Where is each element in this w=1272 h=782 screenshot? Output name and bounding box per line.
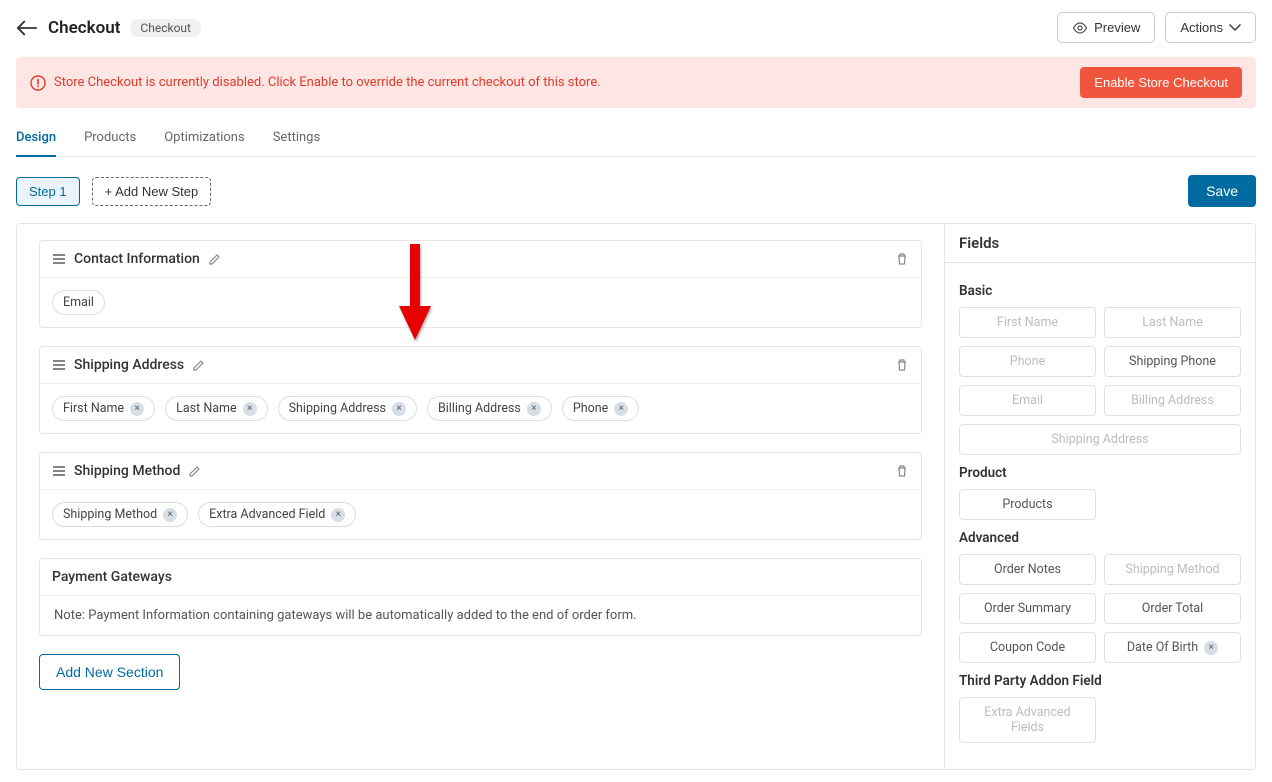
field-shipping-address[interactable]: Shipping Address: [959, 424, 1241, 455]
edit-icon[interactable]: [208, 253, 221, 266]
chip-label: Billing Address: [438, 401, 521, 416]
delete-icon[interactable]: [895, 464, 909, 478]
section-contact-information: Contact Information Email: [39, 240, 922, 328]
chip-label: First Name: [63, 401, 124, 416]
field-label: Date Of Birth: [1127, 640, 1198, 655]
remove-icon[interactable]: ×: [1204, 641, 1218, 655]
chip-label: Extra Advanced Field: [209, 507, 325, 522]
remove-icon[interactable]: ×: [614, 402, 628, 416]
field-date-of-birth[interactable]: Date Of Birth ×: [1104, 632, 1241, 663]
field-coupon-code[interactable]: Coupon Code: [959, 632, 1096, 663]
save-button[interactable]: Save: [1188, 175, 1256, 207]
step-1-button[interactable]: Step 1: [16, 177, 80, 206]
payment-note: Note: Payment Information containing gat…: [40, 596, 921, 635]
preview-button[interactable]: Preview: [1057, 12, 1155, 43]
field-chip-phone[interactable]: Phone ×: [562, 396, 639, 421]
section-shipping-address: Shipping Address First Name ×: [39, 346, 922, 434]
field-chip-email[interactable]: Email: [52, 290, 105, 315]
field-order-summary[interactable]: Order Summary: [959, 593, 1096, 624]
field-products[interactable]: Products: [959, 489, 1096, 520]
preview-label: Preview: [1094, 20, 1140, 35]
field-email[interactable]: Email: [959, 385, 1096, 416]
actions-label: Actions: [1180, 20, 1223, 35]
delete-icon[interactable]: [895, 252, 909, 266]
header-right: Preview Actions: [1057, 12, 1256, 43]
section-title: Contact Information: [74, 251, 200, 267]
field-order-notes[interactable]: Order Notes: [959, 554, 1096, 585]
alert-text: Store Checkout is currently disabled. Cl…: [54, 75, 601, 90]
group-title-product: Product: [959, 465, 1241, 481]
field-chip-shipping-address[interactable]: Shipping Address ×: [278, 396, 417, 421]
chip-label: Shipping Address: [289, 401, 386, 416]
add-new-section-button[interactable]: Add New Section: [39, 654, 180, 690]
group-title-basic: Basic: [959, 283, 1241, 299]
section-payment-gateways: Payment Gateways Note: Payment Informati…: [39, 558, 922, 636]
group-title-advanced: Advanced: [959, 530, 1241, 546]
drag-handle-icon[interactable]: [52, 253, 66, 265]
add-new-step-button[interactable]: + Add New Step: [92, 177, 212, 206]
group-title-third-party: Third Party Addon Field: [959, 673, 1241, 689]
remove-icon[interactable]: ×: [392, 402, 406, 416]
page-header: Checkout Checkout Preview Actions: [16, 12, 1256, 43]
eye-icon: [1072, 21, 1088, 35]
chip-label: Phone: [573, 401, 608, 416]
drag-handle-icon[interactable]: [52, 465, 66, 477]
remove-icon[interactable]: ×: [331, 508, 345, 522]
fields-sidebar: Fields Basic First Name Last Name Phone …: [945, 224, 1255, 769]
drag-handle-icon[interactable]: [52, 359, 66, 371]
field-chip-billing-address[interactable]: Billing Address ×: [427, 396, 552, 421]
section-title: Shipping Method: [74, 463, 180, 479]
field-chip-first-name[interactable]: First Name ×: [52, 396, 155, 421]
delete-icon[interactable]: [895, 358, 909, 372]
tabs: Design Products Optimizations Settings: [16, 122, 1256, 157]
field-first-name[interactable]: First Name: [959, 307, 1096, 338]
field-shipping-phone[interactable]: Shipping Phone: [1104, 346, 1241, 377]
store-disabled-alert: Store Checkout is currently disabled. Cl…: [16, 57, 1256, 108]
edit-icon[interactable]: [192, 359, 205, 372]
section-shipping-method: Shipping Method Shipping Method ×: [39, 452, 922, 540]
tab-optimizations[interactable]: Optimizations: [164, 122, 244, 156]
field-last-name[interactable]: Last Name: [1104, 307, 1241, 338]
remove-icon[interactable]: ×: [163, 508, 177, 522]
field-extra-advanced-fields[interactable]: Extra Advanced Fields: [959, 697, 1096, 743]
field-billing-address[interactable]: Billing Address: [1104, 385, 1241, 416]
section-title: Shipping Address: [74, 357, 184, 373]
remove-icon[interactable]: ×: [243, 402, 257, 416]
steps-row: Step 1 + Add New Step Save: [16, 175, 1256, 207]
chip-label: Shipping Method: [63, 507, 157, 522]
section-title: Payment Gateways: [52, 569, 172, 585]
chip-label: Email: [63, 295, 94, 310]
header-left: Checkout Checkout: [16, 18, 201, 38]
page-badge: Checkout: [130, 19, 201, 37]
layout-columns: Contact Information Email: [16, 223, 1256, 770]
back-arrow-icon[interactable]: [16, 20, 38, 36]
sidebar-title: Fields: [945, 224, 1255, 263]
remove-icon[interactable]: ×: [527, 402, 541, 416]
tab-products[interactable]: Products: [84, 122, 136, 156]
chip-label: Last Name: [176, 401, 236, 416]
main-column: Contact Information Email: [17, 224, 945, 769]
page-title: Checkout: [48, 18, 120, 38]
alert-icon: [30, 75, 46, 91]
field-phone[interactable]: Phone: [959, 346, 1096, 377]
field-order-total[interactable]: Order Total: [1104, 593, 1241, 624]
tab-settings[interactable]: Settings: [273, 122, 320, 156]
field-shipping-method[interactable]: Shipping Method: [1104, 554, 1241, 585]
enable-store-checkout-button[interactable]: Enable Store Checkout: [1080, 67, 1242, 98]
field-chip-extra-advanced[interactable]: Extra Advanced Field ×: [198, 502, 356, 527]
chevron-down-icon: [1229, 24, 1241, 32]
field-chip-shipping-method[interactable]: Shipping Method ×: [52, 502, 188, 527]
actions-button[interactable]: Actions: [1165, 12, 1256, 43]
edit-icon[interactable]: [188, 465, 201, 478]
remove-icon[interactable]: ×: [130, 402, 144, 416]
field-chip-last-name[interactable]: Last Name ×: [165, 396, 267, 421]
tab-design[interactable]: Design: [16, 122, 56, 157]
